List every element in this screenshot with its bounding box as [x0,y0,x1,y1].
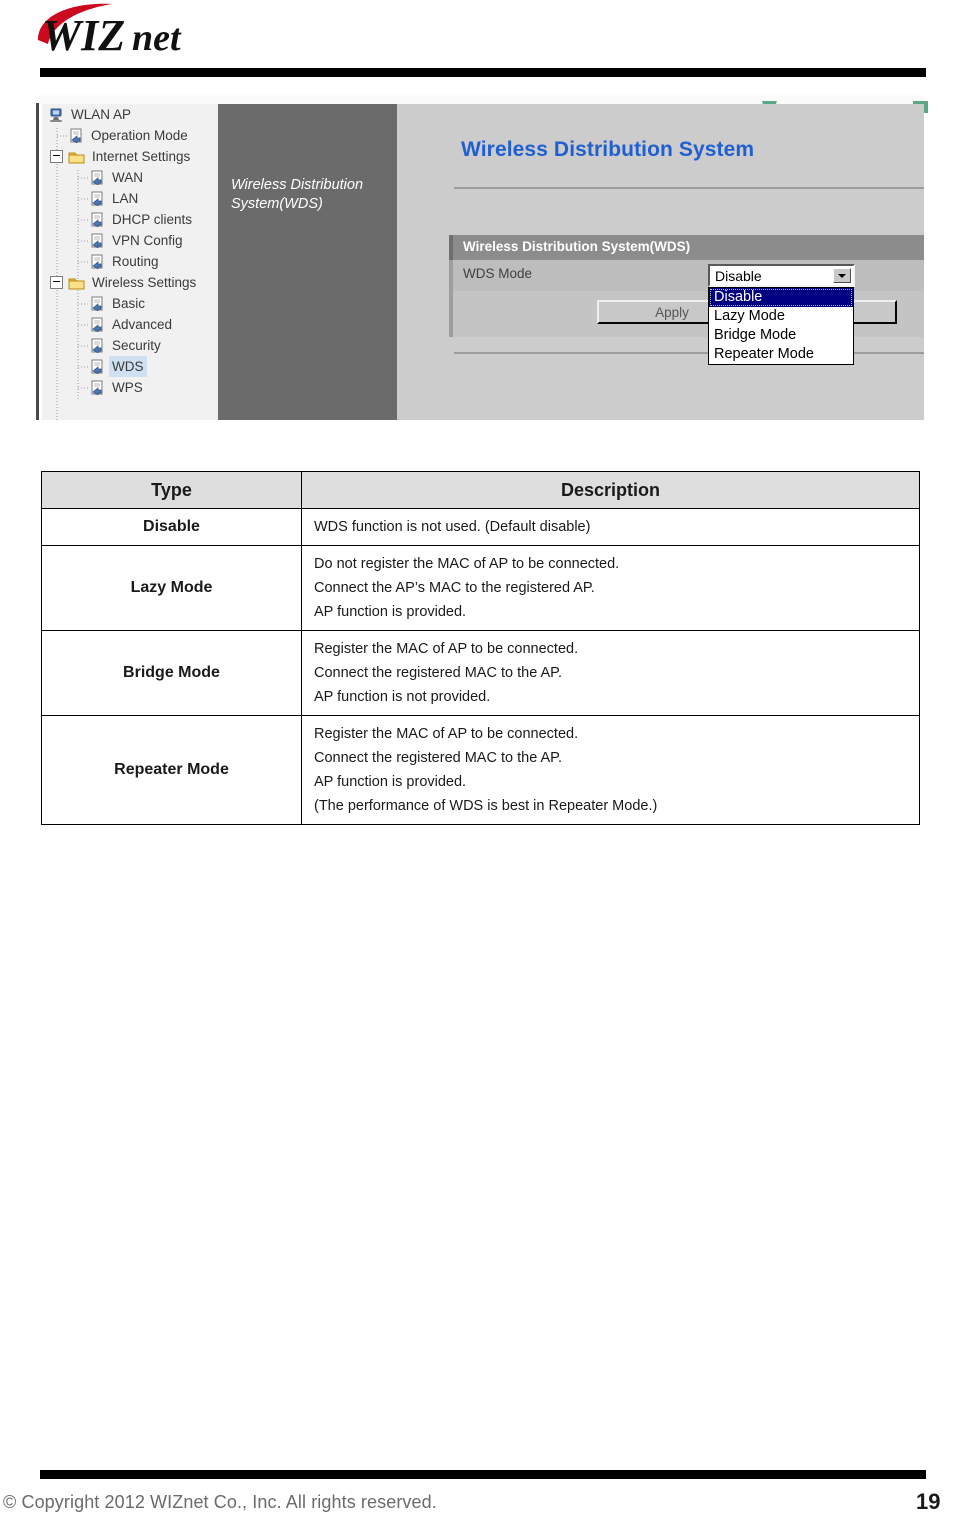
page-icon [91,212,103,227]
column-header-type: Type [41,471,302,509]
tree-item-vpn-config[interactable]: VPN Config [42,230,218,251]
page-icon [91,233,103,248]
tree-item-routing[interactable]: Routing [42,251,218,272]
description-line: AP function is provided. [314,604,467,620]
description-line: WDS function is not used. (Default disab… [314,519,591,535]
row-description: Register the MAC of AP to be connected. … [301,630,920,716]
page-icon [91,254,103,269]
dropdown-option-lazy-mode[interactable]: Lazy Mode [709,307,853,326]
row-type: Lazy Mode [41,545,302,631]
tree-item-wlan-ap[interactable]: WLAN AP [42,104,218,125]
section-header-label: Wireless Distribution System(WDS) [463,239,691,254]
page-icon [91,170,103,185]
tree-item-dhcp-clients[interactable]: DHCP clients [42,209,218,230]
column-header-description: Description [301,471,920,509]
description-line: Connect the registered MAC to the AP. [314,750,562,766]
description-line: Register the MAC of AP to be connected. [314,726,579,742]
table-row: Bridge Mode Register the MAC of AP to be… [41,630,920,716]
tree-item-lan[interactable]: LAN [42,188,218,209]
page-context-title: Wireless Distribution System(WDS) [231,177,364,212]
page-icon [91,359,103,374]
header-rule [40,68,926,77]
dropdown-option-disable[interactable]: Disable [709,288,853,307]
wiznet-logo-svg: WIZ net [38,3,182,60]
tree-item-advanced[interactable]: Advanced [42,314,218,335]
tree-item-label: WAN [112,170,143,185]
logo-wordmark-net: net [132,17,182,59]
page-title: Wireless Distribution System [461,138,755,161]
tree-item-wireless-settings[interactable]: Wireless Settings [42,272,218,293]
tree-item-label: Internet Settings [92,149,191,164]
tree-item-wan[interactable]: WAN [42,167,218,188]
logo-wordmark: WIZ [42,11,125,60]
description-line: Connect the AP’s MAC to the registered A… [314,580,595,596]
wds-mode-description-table: Type Description Disable WDS function is… [41,471,920,825]
tree-item-label: VPN Config [112,233,183,248]
tree-item-label: Wireless Settings [92,275,197,290]
wds-mode-dropdown-list[interactable]: Disable Lazy Mode Bridge Mode Repeater M… [708,287,854,365]
tree-item-label: Security [112,338,161,353]
tree-item-label: Basic [112,296,146,311]
description-line: AP function is not provided. [314,689,491,705]
page-icon [91,296,103,311]
row-description: WDS function is not used. (Default disab… [301,508,920,546]
tree-item-label: WDS [109,356,147,377]
tree-item-label: Routing [112,254,159,269]
tree-item-label: Advanced [112,317,173,332]
wds-mode-label: WDS Mode [463,266,533,281]
page-number: 19 [916,1489,941,1514]
device-icon [50,108,62,122]
tree-item-internet-settings[interactable]: Internet Settings [42,146,218,167]
copyright-text: © Copyright 2012 WIZnet Co., Inc. All ri… [3,1492,437,1512]
description-line: (The performance of WDS is best in Repea… [314,798,658,814]
wiznet-logo: WIZ net [28,0,228,62]
tree-item-basic[interactable]: Basic [42,293,218,314]
tree-item-wds[interactable]: WDS [42,356,218,377]
table-row: Lazy Mode Do not register the MAC of AP … [41,545,920,631]
folder-icon [68,152,85,163]
page-icon [91,317,103,332]
browser-top-strip [36,95,924,104]
description-line: Do not register the MAC of AP to be conn… [314,556,620,572]
row-type: Repeater Mode [41,715,302,825]
tree-expander-minus-icon[interactable] [50,150,63,163]
tree-item-label: WLAN AP [71,107,132,122]
tree-expander-minus-icon-2[interactable] [50,276,63,289]
dropdown-option-repeater-mode[interactable]: Repeater Mode [709,345,853,364]
page-context-panel: Wireless Distribution System(WDS) [218,104,397,420]
tree-item-label: LAN [112,191,139,206]
wds-mode-select[interactable]: Disable [708,264,855,287]
tree-item-label: WPS [112,380,143,395]
description-line: AP function is provided. [314,774,467,790]
description-line: Connect the registered MAC to the AP. [314,665,562,681]
section-header: Wireless Distribution System(WDS) [449,235,924,260]
tree-item-label: Operation Mode [91,128,188,143]
settings-content-pane: Wireless Distribution System Wireless Di… [397,104,924,420]
table-header-row: Type Description [41,471,920,509]
page-icon [91,191,103,206]
row-description: Register the MAC of AP to be connected. … [301,715,920,825]
description-line: Register the MAC of AP to be connected. [314,641,579,657]
chevron-down-icon[interactable] [833,268,851,283]
router-ui-screenshot: WLAN AP Operation Mode Internet Settings [36,95,928,420]
wds-mode-select-value: Disable [715,268,762,284]
tree-item-label: DHCP clients [112,212,193,227]
row-description: Do not register the MAC of AP to be conn… [301,545,920,631]
tree-item-security[interactable]: Security [42,335,218,356]
title-divider [454,187,924,189]
dropdown-option-bridge-mode[interactable]: Bridge Mode [709,326,853,345]
row-type: Disable [41,508,302,546]
tree-item-operation-mode[interactable]: Operation Mode [42,125,218,146]
page-icon [70,128,82,143]
footer-rule [40,1470,926,1479]
folder-icon [68,278,85,289]
navigation-tree[interactable]: WLAN AP Operation Mode Internet Settings [42,104,218,420]
table-row: Disable WDS function is not used. (Defau… [41,508,920,546]
tree-item-wps[interactable]: WPS [42,377,218,398]
page-icon [91,338,103,353]
table-row: Repeater Mode Register the MAC of AP to … [41,715,920,825]
row-type: Bridge Mode [41,630,302,716]
page-icon [91,380,103,395]
